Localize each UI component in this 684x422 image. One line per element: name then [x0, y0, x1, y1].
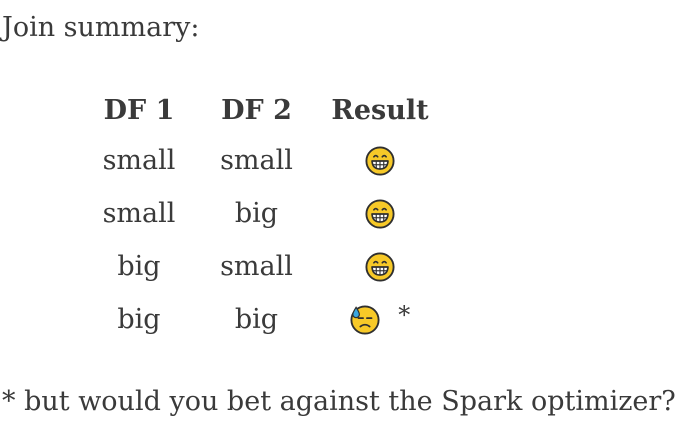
- df2-cell: small: [220, 145, 293, 176]
- table-row: small big: [80, 187, 445, 240]
- table-row: small small: [80, 134, 445, 187]
- result-cell: *: [315, 293, 445, 346]
- df1-cell: big: [117, 251, 161, 282]
- header-row: DF 1 DF 2 Result: [80, 86, 445, 134]
- df1-cell: small: [102, 145, 176, 176]
- page: Join summary: DF 1 DF 2 Result small sma…: [0, 0, 684, 422]
- df2-cell: small: [220, 251, 293, 282]
- df2-cell: big: [234, 198, 279, 229]
- footnote-marker: *: [398, 301, 411, 330]
- grinning-face-icon: [365, 199, 395, 229]
- df1-cell: small: [102, 198, 176, 229]
- header-result: Result: [331, 94, 429, 126]
- table-row: big big *: [80, 293, 445, 346]
- intro-text: Join summary:: [2, 12, 200, 43]
- header-df1: DF 1: [103, 94, 175, 126]
- result-cell: [315, 240, 445, 293]
- grinning-face-icon: [365, 146, 395, 176]
- result-cell: [315, 187, 445, 240]
- df2-cell: big: [234, 304, 279, 335]
- table-row: big small: [80, 240, 445, 293]
- downcast-face-with-sweat-icon: [350, 305, 380, 335]
- grinning-face-icon: [365, 252, 395, 282]
- footnote-text: * but would you bet against the Spark op…: [2, 386, 676, 417]
- df1-cell: big: [117, 304, 161, 335]
- result-cell: [315, 134, 445, 187]
- join-summary-table: DF 1 DF 2 Result small small small big b…: [80, 86, 445, 346]
- header-df2: DF 2: [221, 94, 292, 126]
